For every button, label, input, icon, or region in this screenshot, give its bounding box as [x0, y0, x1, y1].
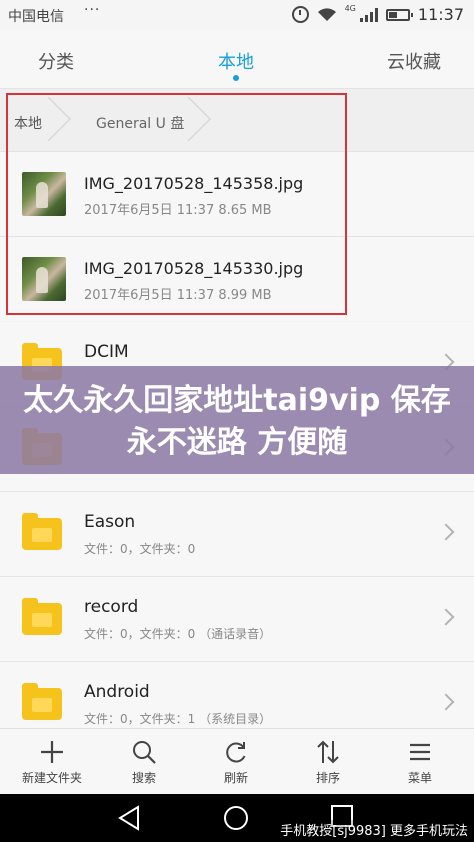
status-bar: 中国电信 ··· 4G 11:37: [0, 0, 474, 30]
menu-icon: [380, 737, 460, 767]
search-button[interactable]: 搜索: [104, 737, 184, 786]
sort-button[interactable]: 排序: [288, 737, 368, 786]
overlay-text: 太久永久回家地址tai9vip 保存永不迷路 方便随: [23, 383, 451, 460]
new-folder-button[interactable]: 新建文件夹: [12, 737, 92, 786]
folder-meta: 文件：0，文件夹：0: [84, 542, 196, 556]
folder-row-eason[interactable]: Eason 文件：0，文件夹：0: [0, 492, 474, 577]
tab-bar: 分类 本地 云收藏: [0, 30, 474, 89]
menu-button[interactable]: 菜单: [380, 737, 460, 786]
watermark: 手机教授[sj9983] 更多手机玩法: [280, 820, 468, 839]
signal-icon: [359, 7, 378, 22]
folder-meta: 文件：0，文件夹：1 （系统目录）: [84, 712, 272, 726]
navigation-bar: 手机教授[sj9983] 更多手机玩法: [0, 794, 474, 842]
network-type-label: 4G: [344, 3, 356, 13]
file-row[interactable]: IMG_20170528_145358.jpg 2017年6月5日 11:37 …: [0, 152, 474, 237]
breadcrumb-separator-icon: [47, 97, 72, 141]
search-label: 搜索: [131, 771, 156, 785]
folder-name: Eason: [84, 512, 136, 532]
home-icon[interactable]: [222, 804, 250, 832]
sort-icon: [288, 737, 368, 767]
folder-icon: [22, 598, 62, 635]
bottom-toolbar: 新建文件夹 搜索 刷新 排序 菜单: [0, 728, 474, 795]
chevron-right-icon: [437, 693, 455, 711]
status-time: 11:37: [417, 5, 464, 24]
back-icon[interactable]: [116, 804, 142, 832]
file-name: IMG_20170528_145330.jpg: [84, 259, 304, 278]
breadcrumb-usb-drive[interactable]: General U 盘: [96, 113, 184, 133]
image-thumbnail: [22, 257, 66, 301]
tab-category[interactable]: 分类: [38, 48, 74, 74]
new-folder-label: 新建文件夹: [21, 771, 82, 785]
alarm-icon: [291, 6, 309, 23]
folder-name: Android: [84, 682, 150, 702]
more-notifications-icon: ···: [84, 2, 101, 18]
folder-icon: [22, 513, 62, 550]
refresh-icon: [196, 737, 276, 767]
refresh-button[interactable]: 刷新: [196, 737, 276, 786]
active-tab-indicator: [233, 75, 239, 81]
carrier-label: 中国电信: [8, 9, 64, 25]
menu-label: 菜单: [407, 771, 432, 785]
breadcrumb-separator-icon: [187, 97, 212, 141]
breadcrumb: 本地 General U 盘: [0, 89, 474, 152]
chevron-right-icon: [437, 608, 455, 626]
folder-icon: [22, 683, 62, 720]
file-meta: 2017年6月5日 11:37 8.99 MB: [84, 288, 272, 303]
folder-name: DCIM: [84, 342, 129, 362]
status-icons: 4G 11:37: [291, 3, 464, 24]
plus-icon: [12, 737, 92, 767]
image-thumbnail: [22, 172, 66, 216]
tab-cloud-favorites[interactable]: 云收藏: [387, 48, 441, 74]
file-name: IMG_20170528_145358.jpg: [84, 174, 304, 193]
breadcrumb-local[interactable]: 本地: [14, 113, 42, 133]
file-meta: 2017年6月5日 11:37 8.65 MB: [84, 203, 272, 218]
overlay-banner: 太久永久回家地址tai9vip 保存永不迷路 方便随: [0, 366, 474, 474]
chevron-right-icon: [437, 523, 455, 541]
search-icon: [104, 737, 184, 767]
folder-name: record: [84, 597, 139, 617]
file-row[interactable]: IMG_20170528_145330.jpg 2017年6月5日 11:37 …: [0, 237, 474, 321]
battery-icon: [385, 8, 413, 21]
wifi-icon: [317, 7, 336, 21]
folder-row-record[interactable]: record 文件：0，文件夹：0 （通话录音）: [0, 577, 474, 662]
refresh-label: 刷新: [223, 771, 248, 785]
tab-local[interactable]: 本地: [218, 48, 254, 74]
sort-label: 排序: [315, 771, 340, 785]
folder-meta: 文件：0，文件夹：0 （通话录音）: [84, 627, 272, 641]
